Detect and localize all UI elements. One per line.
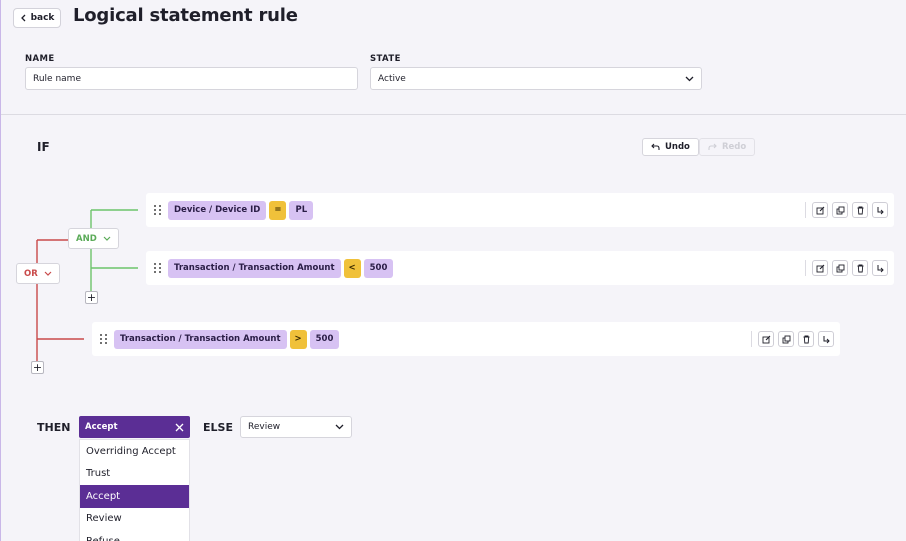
dropdown-option[interactable]: Overriding Accept xyxy=(80,440,189,463)
edit-button[interactable] xyxy=(758,331,774,347)
nest-button[interactable] xyxy=(818,331,834,347)
plus-icon: + xyxy=(32,361,43,374)
dropdown-option[interactable]: Review xyxy=(80,508,189,531)
then-value: Accept xyxy=(85,422,118,432)
condition-operator-chip[interactable]: > xyxy=(289,329,307,349)
condition-value-chip[interactable]: PL xyxy=(289,200,314,220)
drag-handle-icon[interactable] xyxy=(154,205,162,215)
else-value: Review xyxy=(248,422,281,432)
dropdown-option[interactable]: Refuse xyxy=(80,530,189,541)
copy-icon xyxy=(836,264,844,272)
and-operator-select[interactable]: AND xyxy=(68,228,119,249)
condition-row[interactable]: Transaction / Transaction Amount < 500 xyxy=(146,251,894,285)
dropdown-option[interactable]: Trust xyxy=(80,463,189,486)
row-actions xyxy=(805,202,888,218)
condition-operator-chip[interactable]: = xyxy=(269,200,287,220)
nest-button[interactable] xyxy=(872,202,888,218)
drag-handle-icon[interactable] xyxy=(100,334,108,344)
edit-button[interactable] xyxy=(812,260,828,276)
copy-icon xyxy=(836,206,844,214)
copy-button[interactable] xyxy=(832,260,848,276)
chevron-down-icon xyxy=(335,424,344,430)
chevron-down-icon xyxy=(103,236,111,241)
nest-arrow-icon xyxy=(823,335,830,343)
and-label: AND xyxy=(76,233,97,244)
trash-icon xyxy=(803,335,809,343)
edit-button[interactable] xyxy=(812,202,828,218)
condition-row[interactable]: Transaction / Transaction Amount > 500 xyxy=(92,322,840,356)
condition-value-chip[interactable]: 500 xyxy=(363,258,394,278)
condition-field-chip[interactable]: Transaction / Transaction Amount xyxy=(168,258,341,278)
copy-icon xyxy=(782,335,790,343)
plus-icon: + xyxy=(86,291,97,304)
copy-button[interactable] xyxy=(778,331,794,347)
close-icon[interactable] xyxy=(175,423,184,432)
trash-icon xyxy=(857,206,863,214)
condition-value-chip[interactable]: 500 xyxy=(309,329,340,349)
nest-arrow-icon xyxy=(877,264,884,272)
condition-field-chip[interactable]: Device / Device ID xyxy=(168,200,267,220)
edit-icon xyxy=(816,206,824,214)
edit-icon xyxy=(816,264,824,272)
nest-arrow-icon xyxy=(877,206,884,214)
row-actions xyxy=(805,260,888,276)
chevron-down-icon xyxy=(44,271,52,276)
add-condition-and-button[interactable]: + xyxy=(85,291,98,304)
condition-row[interactable]: Device / Device ID = PL xyxy=(146,193,894,227)
then-action-dropdown: Overriding Accept Trust Accept Review Re… xyxy=(79,439,190,541)
drag-handle-icon[interactable] xyxy=(154,263,162,273)
or-label: OR xyxy=(24,268,38,279)
or-operator-select[interactable]: OR xyxy=(16,263,60,284)
edit-icon xyxy=(762,335,770,343)
add-condition-or-button[interactable]: + xyxy=(31,361,44,374)
condition-field-chip[interactable]: Transaction / Transaction Amount xyxy=(114,329,287,349)
copy-button[interactable] xyxy=(832,202,848,218)
else-action-select[interactable]: Review xyxy=(240,416,352,438)
trash-icon xyxy=(857,264,863,272)
nest-button[interactable] xyxy=(872,260,888,276)
delete-button[interactable] xyxy=(798,331,814,347)
dropdown-option-selected[interactable]: Accept xyxy=(80,485,189,508)
then-label: THEN xyxy=(37,421,71,434)
delete-button[interactable] xyxy=(852,260,868,276)
row-actions xyxy=(751,331,834,347)
else-label: ELSE xyxy=(203,421,233,434)
delete-button[interactable] xyxy=(852,202,868,218)
condition-operator-chip[interactable]: < xyxy=(343,258,361,278)
then-action-select[interactable]: Accept xyxy=(79,416,190,438)
